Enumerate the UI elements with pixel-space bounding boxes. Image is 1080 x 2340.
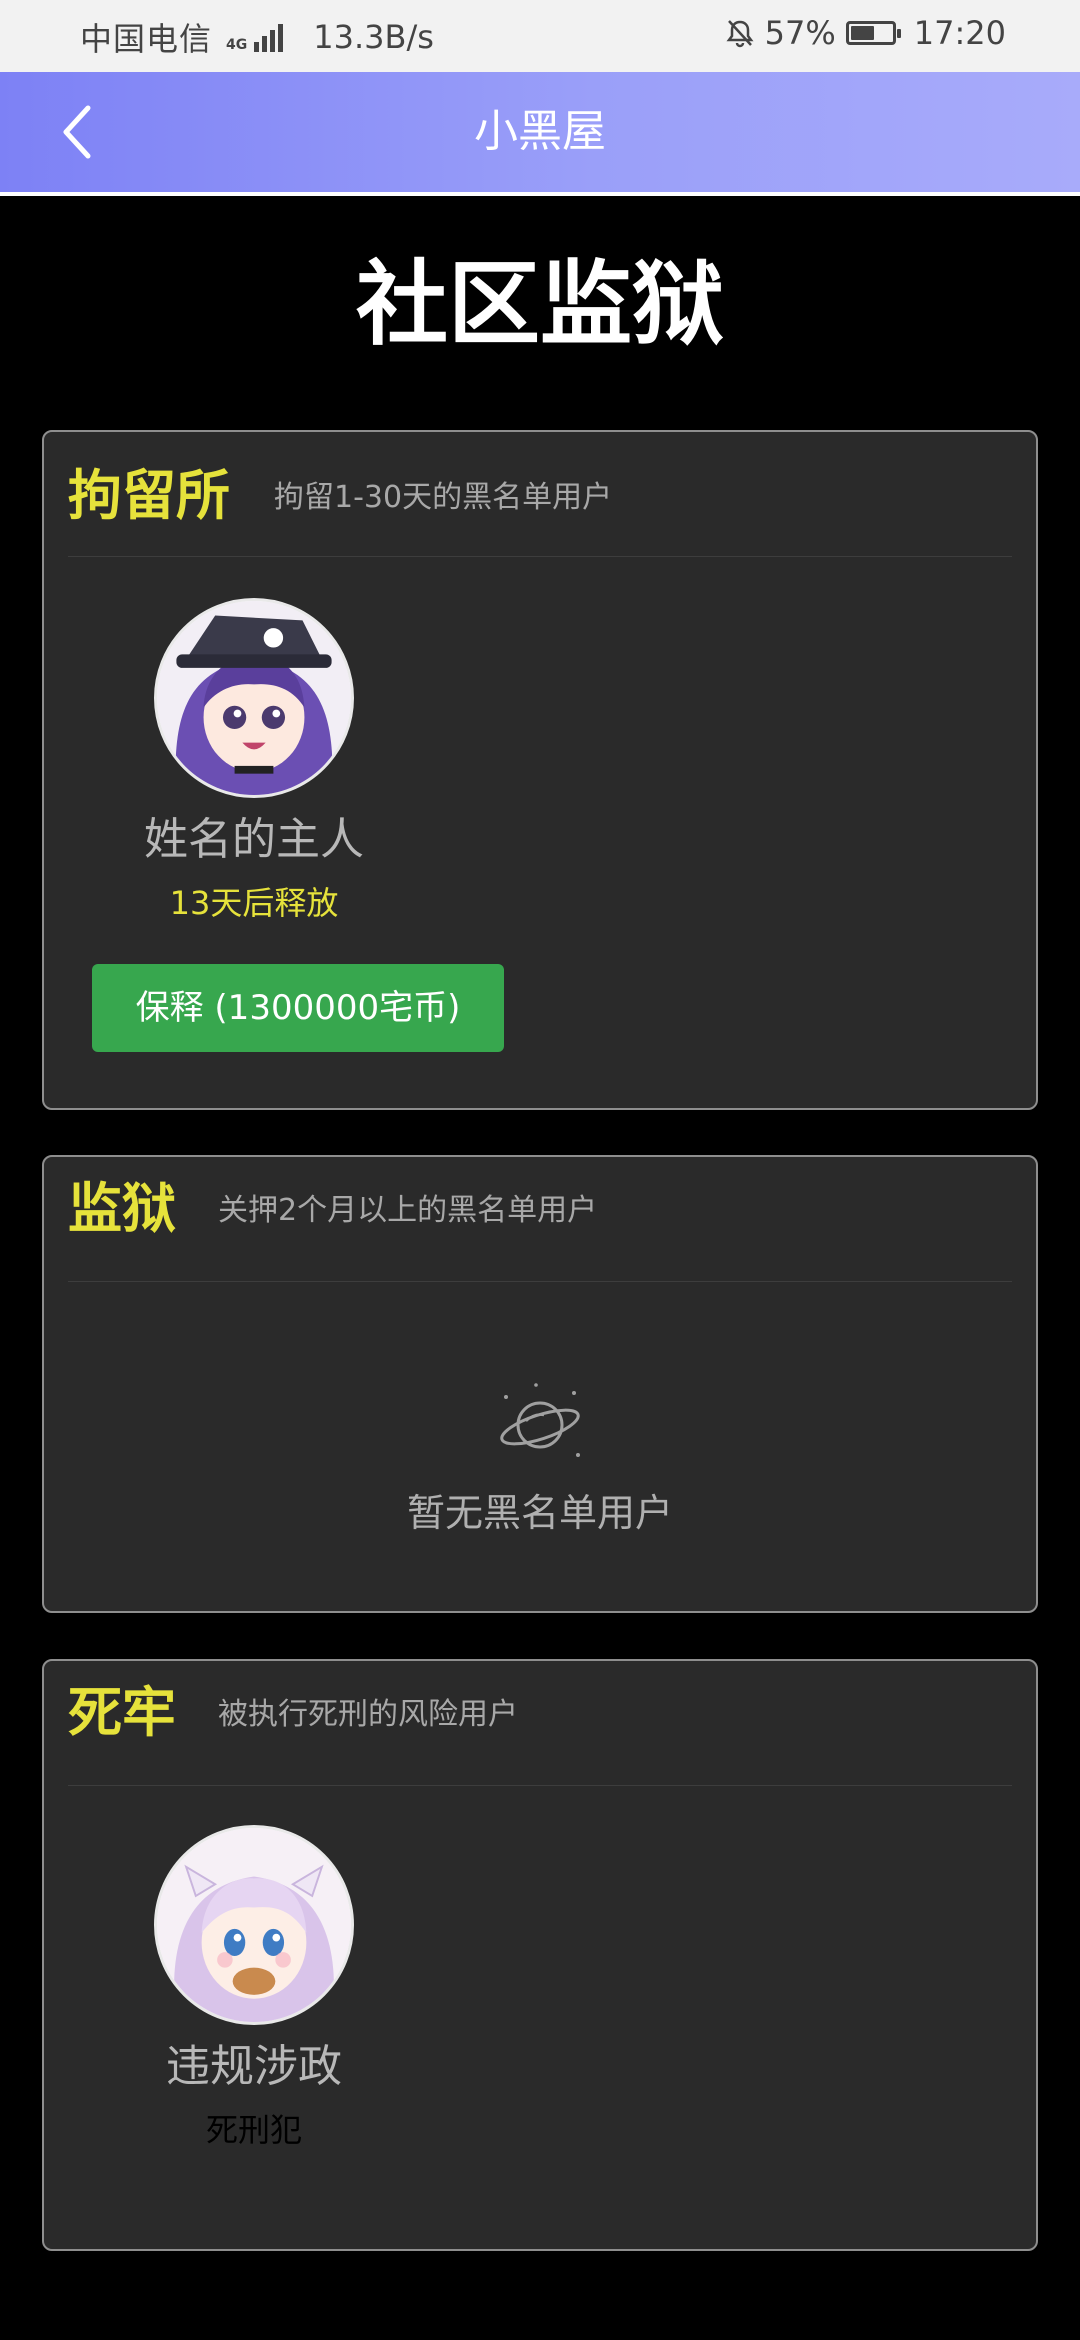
prisoner-status: 死刑犯 [205,2111,302,2149]
network-type: 4G [226,37,248,53]
battery-icon [845,21,901,45]
header-title: 小黑屋 [474,106,606,157]
release-countdown: 13天后释放 [169,884,339,922]
prison-section: 监狱 关押2个月以上的黑名单用户 暂无黑名单用户 [42,1155,1038,1613]
section-description: 被执行死刑的风险用户 [218,1697,518,1732]
bell-off-icon [726,20,754,48]
empty-text: 暂无黑名单用户 [406,1491,673,1535]
battery-percent: 57% [764,14,836,52]
section-description: 拘留1-30天的黑名单用户 [274,480,613,515]
avatar[interactable] [154,1825,354,2025]
network-speed: 13.3B/s [313,18,434,56]
planet-icon [500,1383,580,1457]
status-bar-left: 中国电信 4G 13.3B/s [80,14,434,60]
user-card[interactable]: 违规涉政 死刑犯 [44,1825,464,2155]
user-card[interactable]: 姓名的主人 13天后释放 [44,598,464,928]
user-name: 违规涉政 [166,2041,342,2092]
page-title: 社区监狱 [355,251,724,358]
empty-state: 暂无黑名单用户 [44,1377,1036,1541]
section-description: 关押2个月以上的黑名单用户 [218,1193,598,1228]
section-header: 拘留所 拘留1-30天的黑名单用户 [68,432,1012,557]
section-title: 监狱 [68,1177,176,1240]
signal-icon: 4G [226,22,284,53]
user-name: 姓名的主人 [144,814,364,865]
carrier-name: 中国电信 [80,20,213,58]
death-row-section: 死牢 被执行死刑的风险用户 违规涉政 死刑犯 [42,1659,1038,2251]
status-bar: 中国电信 4G 13.3B/s 57% 17:20 [0,0,1080,72]
status-bar-right: 57% 17:20 [725,14,1006,52]
section-header: 监狱 关押2个月以上的黑名单用户 [68,1157,1012,1282]
avatar[interactable] [154,598,354,798]
bail-button[interactable]: 保释 (1300000宅币) [92,964,504,1052]
app-header: 小黑屋 [0,72,1080,196]
detention-section: 拘留所 拘留1-30天的黑名单用户 姓名的主人 13天后释放 保释 (13000… [42,430,1038,1110]
clock: 17:20 [913,14,1006,52]
section-header: 死牢 被执行死刑的风险用户 [68,1661,1012,1786]
section-title: 死牢 [68,1681,176,1744]
section-title: 拘留所 [68,464,230,527]
